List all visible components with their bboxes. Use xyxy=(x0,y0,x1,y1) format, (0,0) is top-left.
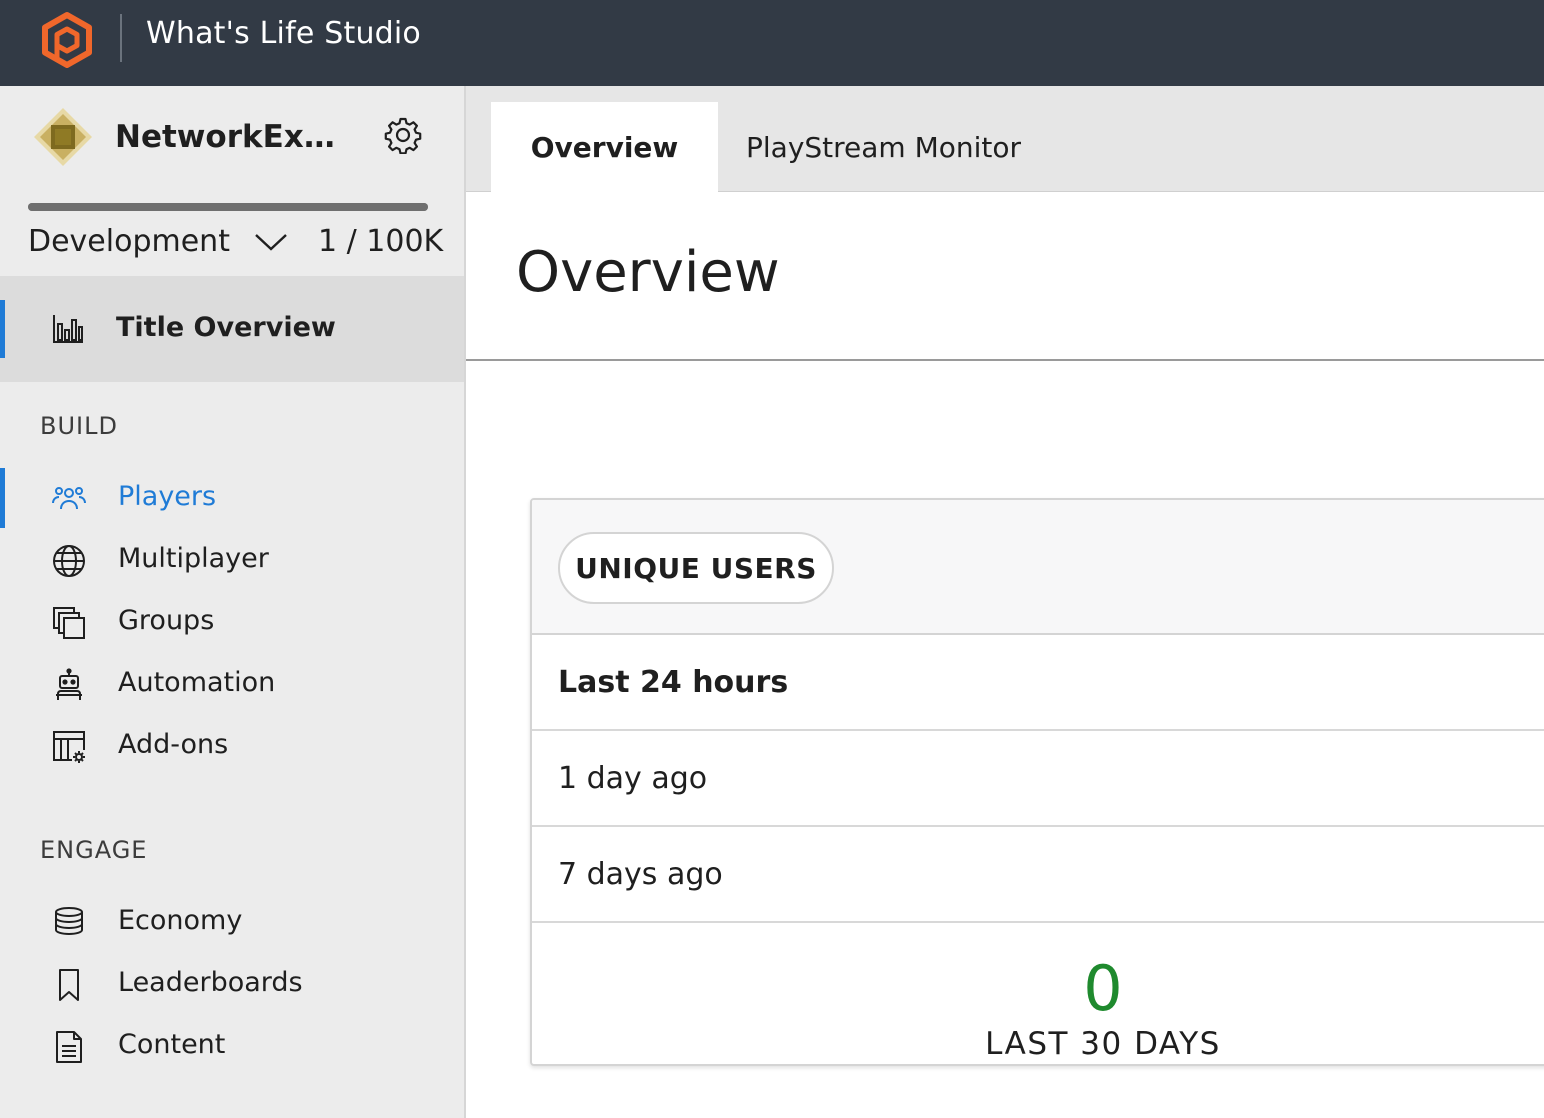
row-label: Last 24 hours xyxy=(558,665,789,700)
sidebar-item-automation[interactable]: Automation xyxy=(0,656,464,712)
selected-indicator xyxy=(0,468,5,528)
globe-icon xyxy=(53,545,85,577)
title-name[interactable]: NetworkExam... xyxy=(115,119,355,155)
card-header: UNIQUE USERS xyxy=(532,500,1544,635)
table-row: 1 day ago xyxy=(532,731,1544,827)
active-indicator xyxy=(0,300,5,358)
sidebar-item-multiplayer[interactable]: Multiplayer xyxy=(0,532,464,588)
page-title: Overview xyxy=(516,240,780,305)
addons-icon xyxy=(53,731,85,763)
chevron-down-icon xyxy=(255,233,287,251)
bookmark-icon xyxy=(59,969,79,1001)
sidebar: NetworkExam... Development 1 / 100K xyxy=(0,86,466,1118)
coins-icon xyxy=(55,907,83,936)
tab-playstream-monitor[interactable]: PlayStream Monitor xyxy=(746,102,1046,192)
sidebar-item-players[interactable]: Players xyxy=(0,468,464,528)
sidebar-item-label: Title Overview xyxy=(116,312,336,343)
title-divider xyxy=(466,359,1544,361)
sidebar-item-groups[interactable]: Groups xyxy=(0,594,464,650)
players-icon xyxy=(52,487,86,510)
sidebar-item-economy[interactable]: Economy xyxy=(0,894,464,950)
tab-bar: Overview PlayStream Monitor xyxy=(466,86,1544,192)
sidebar-item-label: Leaderboards xyxy=(118,967,303,998)
top-bar-divider xyxy=(120,14,122,62)
title-icon xyxy=(34,108,92,166)
document-icon xyxy=(56,1031,82,1063)
groups-icon xyxy=(53,607,85,639)
table-row: Last 24 hours xyxy=(532,635,1544,731)
sidebar-item-leaderboards[interactable]: Leaderboards xyxy=(0,956,464,1012)
metric-label: LAST 30 DAYS xyxy=(985,1026,1221,1062)
environment-label: Development xyxy=(28,224,230,259)
player-count: 1 / 100K xyxy=(318,224,444,259)
sidebar-item-add-ons[interactable]: Add-ons xyxy=(0,718,464,774)
row-label: 7 days ago xyxy=(558,857,723,892)
top-bar: What's Life Studio xyxy=(0,0,1544,86)
sidebar-item-label: Multiplayer xyxy=(118,543,269,574)
robot-icon xyxy=(56,668,82,700)
usage-progress-fill xyxy=(28,203,428,211)
tab-overview[interactable]: Overview xyxy=(491,102,718,192)
sidebar-item-label: Automation xyxy=(118,667,276,698)
sidebar-item-content[interactable]: Content xyxy=(0,1018,464,1074)
studio-name[interactable]: What's Life Studio xyxy=(146,16,421,51)
playfab-logo-icon[interactable] xyxy=(38,11,96,69)
environment-dropdown[interactable]: Development xyxy=(28,224,288,259)
sidebar-item-title-overview[interactable]: Title Overview xyxy=(0,276,464,382)
unique-users-card: UNIQUE USERS Last 24 hours 1 day ago 7 d… xyxy=(530,498,1544,1066)
sidebar-item-label: Content xyxy=(118,1029,226,1060)
sidebar-item-label: Economy xyxy=(118,905,243,936)
gear-icon[interactable] xyxy=(384,116,422,154)
sidebar-item-label: Add-ons xyxy=(118,729,229,760)
sidebar-item-label: Groups xyxy=(118,605,215,636)
usage-progress-bar xyxy=(28,203,428,211)
unique-users-button[interactable]: UNIQUE USERS xyxy=(558,532,834,604)
row-label: 1 day ago xyxy=(558,761,708,796)
title-header: NetworkExam... Development 1 / 100K xyxy=(0,86,464,276)
metric-value: 0 xyxy=(1083,952,1123,1025)
sidebar-item-label: Players xyxy=(118,481,217,512)
section-label-engage: ENGAGE xyxy=(40,836,148,864)
bar-chart-icon xyxy=(53,315,83,343)
table-row: 7 days ago xyxy=(532,827,1544,923)
section-label-build: BUILD xyxy=(40,412,118,440)
